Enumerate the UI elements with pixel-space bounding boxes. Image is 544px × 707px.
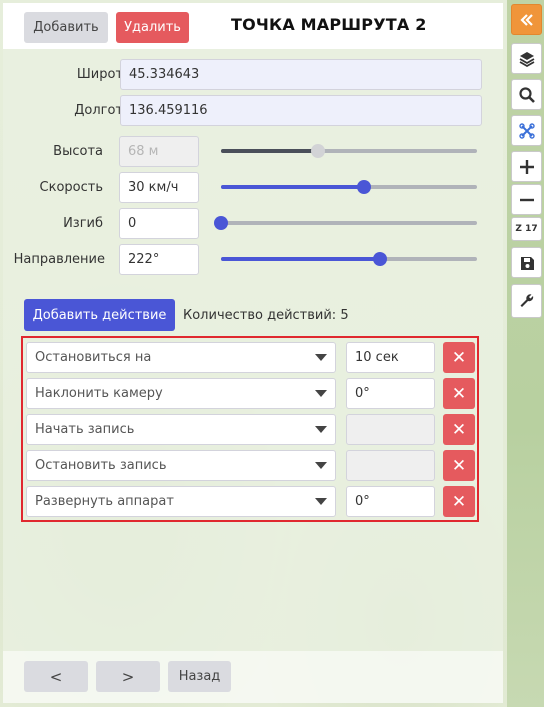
longitude-label: Долгота bbox=[74, 103, 131, 118]
next-point-button[interactable]: > bbox=[96, 661, 160, 692]
tools-button[interactable] bbox=[511, 284, 542, 318]
speed-label: Скорость bbox=[39, 180, 103, 195]
delete-waypoint-button[interactable]: Удалить bbox=[116, 12, 189, 43]
drone-button[interactable] bbox=[511, 115, 542, 146]
wrench-icon bbox=[520, 294, 533, 307]
actions-list: Остановиться на 10 сек ✕ Наклонить камер… bbox=[21, 336, 479, 522]
close-icon: ✕ bbox=[451, 491, 467, 512]
delete-action-button[interactable]: ✕ bbox=[443, 378, 475, 409]
chevron-down-icon bbox=[315, 462, 327, 469]
action-type-select[interactable]: Начать запись bbox=[26, 414, 336, 445]
zoom-in-icon bbox=[519, 159, 534, 174]
altitude-label: Высота bbox=[53, 144, 103, 159]
add-action-button[interactable]: Добавить действие bbox=[24, 299, 175, 331]
heading-field[interactable]: 222° bbox=[119, 244, 199, 275]
heading-label: Направление bbox=[13, 252, 105, 267]
delete-action-button[interactable]: ✕ bbox=[443, 414, 475, 445]
page-title: ТОЧКА МАРШРУТА 2 bbox=[231, 15, 427, 34]
speed-slider-thumb[interactable] bbox=[357, 180, 372, 194]
action-param-field[interactable]: 0° bbox=[346, 378, 435, 409]
double-chevron-left-icon bbox=[519, 13, 533, 26]
bend-slider-thumb[interactable] bbox=[214, 216, 228, 230]
action-type-select[interactable]: Наклонить камеру bbox=[26, 378, 336, 409]
action-param-field[interactable]: 10 сек bbox=[346, 342, 435, 373]
close-icon: ✕ bbox=[451, 455, 467, 476]
action-type-value: Остановиться на bbox=[35, 350, 152, 365]
bend-slider[interactable] bbox=[214, 215, 477, 231]
action-type-value: Развернуть аппарат bbox=[35, 494, 174, 509]
altitude-slider-thumb bbox=[311, 144, 326, 158]
altitude-slider bbox=[221, 143, 477, 159]
add-waypoint-button[interactable]: Добавить bbox=[24, 12, 108, 43]
delete-action-button[interactable]: ✕ bbox=[443, 342, 475, 373]
speed-field[interactable]: 30 км/ч bbox=[119, 172, 199, 203]
collapse-panel-button[interactable] bbox=[511, 4, 542, 35]
chevron-down-icon bbox=[315, 354, 327, 361]
latitude-field[interactable]: 45.334643 bbox=[120, 59, 482, 90]
zoom-level: Z 17 bbox=[511, 217, 542, 241]
back-button[interactable]: Назад bbox=[168, 661, 231, 692]
longitude-field[interactable]: 136.459116 bbox=[120, 95, 482, 126]
layers-button[interactable] bbox=[511, 43, 542, 74]
zoom-in-button[interactable] bbox=[511, 151, 542, 182]
waypoint-panel: Добавить Удалить ТОЧКА МАРШРУТА 2 Широта… bbox=[3, 3, 503, 703]
chevron-down-icon bbox=[315, 390, 327, 397]
close-icon: ✕ bbox=[451, 383, 467, 404]
action-type-select[interactable]: Развернуть аппарат bbox=[26, 486, 336, 517]
chevron-down-icon bbox=[315, 498, 327, 505]
action-param-field[interactable]: 0° bbox=[346, 486, 435, 517]
layers-icon bbox=[519, 51, 534, 67]
latitude-label: Широта bbox=[76, 67, 131, 82]
altitude-field: 68 м bbox=[119, 136, 199, 167]
close-icon: ✕ bbox=[451, 347, 467, 368]
action-param-field bbox=[346, 450, 435, 481]
action-type-value: Остановить запись bbox=[35, 458, 167, 473]
action-type-value: Наклонить камеру bbox=[35, 386, 163, 401]
save-icon bbox=[520, 256, 534, 270]
heading-slider-thumb[interactable] bbox=[372, 252, 387, 266]
panel-header: Добавить Удалить ТОЧКА МАРШРУТА 2 bbox=[3, 3, 503, 49]
previous-point-button[interactable]: < bbox=[24, 661, 88, 692]
action-type-select[interactable]: Остановиться на bbox=[26, 342, 336, 373]
panel-footer: < > Назад bbox=[3, 651, 503, 703]
delete-action-button[interactable]: ✕ bbox=[443, 450, 475, 481]
delete-action-button[interactable]: ✕ bbox=[443, 486, 475, 517]
speed-slider[interactable] bbox=[221, 179, 477, 195]
bend-field[interactable]: 0 bbox=[119, 208, 199, 239]
action-count: Количество действий: 5 bbox=[183, 308, 349, 323]
search-icon bbox=[518, 86, 535, 103]
zoom-out-button[interactable] bbox=[511, 184, 542, 215]
close-icon: ✕ bbox=[451, 419, 467, 440]
action-type-select[interactable]: Остановить запись bbox=[26, 450, 336, 481]
chevron-down-icon bbox=[315, 426, 327, 433]
bend-label: Изгиб bbox=[63, 216, 103, 231]
action-type-value: Начать запись bbox=[35, 422, 135, 437]
save-mission-button[interactable] bbox=[511, 247, 542, 278]
zoom-out-icon bbox=[519, 198, 534, 201]
drone-icon bbox=[518, 122, 535, 139]
action-param-field bbox=[346, 414, 435, 445]
map-toolbar: Z 17 bbox=[507, 0, 544, 707]
heading-slider[interactable] bbox=[221, 251, 477, 267]
search-button[interactable] bbox=[511, 79, 542, 110]
